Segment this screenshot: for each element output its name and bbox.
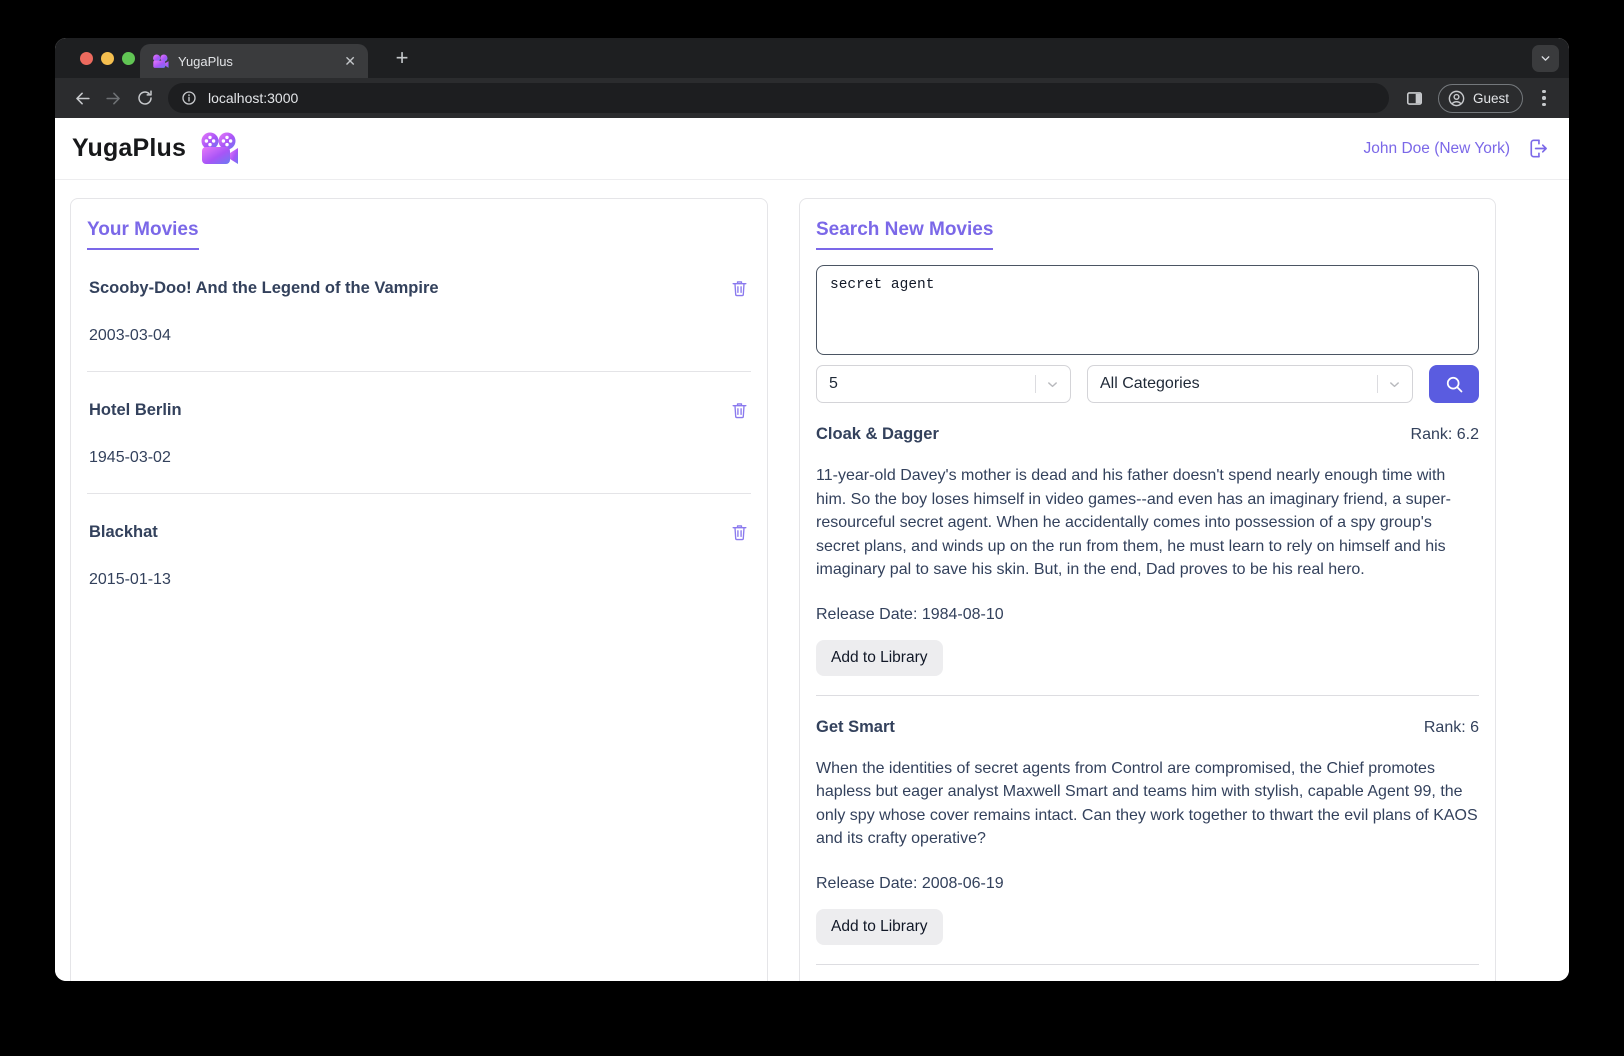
add-to-library-button[interactable]: Add to Library — [816, 639, 943, 676]
library-movie-row: Scooby-Doo! And the Legend of the Vampir… — [87, 250, 751, 371]
result-limit-value: 5 — [829, 375, 838, 392]
tab-close-icon[interactable]: ✕ — [344, 54, 356, 68]
yugaplus-app: YugaPlus John Doe (New York) Your Movies… — [55, 118, 1569, 981]
search-button[interactable] — [1429, 365, 1479, 403]
add-to-library-button[interactable]: Add to Library — [816, 908, 943, 945]
chevron-down-icon — [1036, 377, 1070, 392]
result-limit-select[interactable]: 5 — [816, 365, 1071, 403]
side-panel-icon[interactable] — [1399, 83, 1430, 114]
movie-title: Hotel Berlin — [89, 400, 182, 419]
minimize-window-button[interactable] — [101, 51, 114, 65]
site-info-icon[interactable] — [181, 90, 197, 106]
person-icon — [1448, 90, 1465, 106]
window-controls — [55, 51, 135, 65]
address-bar[interactable]: localhost:3000 — [168, 83, 1389, 113]
search-controls: 5 All Categories — [816, 365, 1479, 403]
library-movie-row: Hotel Berlin 1945-03-02 — [87, 371, 751, 493]
result-description: When the identities of secret agents fro… — [816, 759, 1478, 848]
search-icon — [1446, 376, 1462, 392]
delete-movie-trash-icon[interactable] — [730, 400, 749, 420]
browser-window: YugaPlus ✕ + localhost:3000 Guest YugaPl… — [55, 38, 1569, 981]
category-select[interactable]: All Categories — [1087, 365, 1413, 403]
result-release-date: Release Date: 2008-06-19 — [816, 874, 1004, 892]
movie-release-date: 2003-03-04 — [89, 327, 171, 344]
delete-movie-trash-icon[interactable] — [730, 278, 749, 298]
your-movies-panel: Your Movies Scooby-Doo! And the Legend o… — [70, 198, 768, 981]
app-header: YugaPlus John Doe (New York) — [55, 118, 1569, 180]
reload-icon[interactable] — [129, 83, 160, 114]
search-panel: Search New Movies secret agent 5 All Cat… — [799, 198, 1496, 981]
close-window-button[interactable] — [80, 51, 93, 65]
movie-title: Blackhat — [89, 522, 158, 541]
library-movie-row: Blackhat 2015-01-13 — [87, 493, 751, 615]
result-title: Cloak & Dagger — [816, 425, 939, 443]
profile-label: Guest — [1472, 90, 1509, 106]
search-title: Search New Movies — [816, 219, 994, 250]
browser-menu-icon[interactable] — [1531, 83, 1557, 113]
delete-movie-trash-icon[interactable] — [730, 522, 749, 542]
tab-title: YugaPlus — [178, 53, 233, 69]
main-content: Your Movies Scooby-Doo! And the Legend o… — [55, 180, 1569, 981]
search-result: Cloak & Dagger Rank: 6.2 11-year-old Dav… — [816, 425, 1479, 696]
maximize-window-button[interactable] — [122, 51, 135, 65]
new-tab-button[interactable]: + — [385, 38, 419, 78]
result-title: Get Smart — [816, 717, 895, 736]
back-icon[interactable] — [67, 83, 98, 114]
logout-icon[interactable] — [1526, 137, 1549, 160]
url-text: localhost:3000 — [208, 90, 299, 106]
result-release-date: Release Date: 1984-08-10 — [816, 605, 1004, 623]
forward-icon[interactable] — [98, 83, 129, 114]
tab-search-chevron-icon[interactable] — [1532, 45, 1559, 72]
search-result: Get Smart Rank: 6 When the identities of… — [816, 718, 1479, 965]
result-rank: Rank: 6.2 — [1410, 426, 1479, 443]
user-name: John Doe (New York) — [1363, 139, 1510, 157]
result-rank: Rank: 6 — [1423, 718, 1479, 736]
profile-chip[interactable]: Guest — [1437, 83, 1523, 113]
movie-title: Scooby-Doo! And the Legend of the Vampir… — [89, 278, 439, 297]
category-value: All Categories — [1100, 375, 1200, 392]
result-description: 11-year-old Davey's mother is dead and h… — [816, 467, 1451, 579]
brand-title: YugaPlus — [72, 134, 187, 162]
search-query-input[interactable]: secret agent — [816, 265, 1479, 355]
browser-toolbar: localhost:3000 Guest — [55, 78, 1569, 118]
tab-strip: YugaPlus ✕ + — [55, 38, 1569, 78]
favicon-movie-camera-icon — [152, 53, 169, 69]
movie-camera-icon — [199, 132, 239, 166]
chevron-down-icon — [1378, 377, 1412, 392]
movie-release-date: 2015-01-13 — [89, 571, 171, 588]
movie-release-date: 1945-03-02 — [89, 449, 171, 466]
your-movies-title: Your Movies — [87, 219, 199, 250]
tab-yugaplus[interactable]: YugaPlus ✕ — [140, 44, 368, 78]
